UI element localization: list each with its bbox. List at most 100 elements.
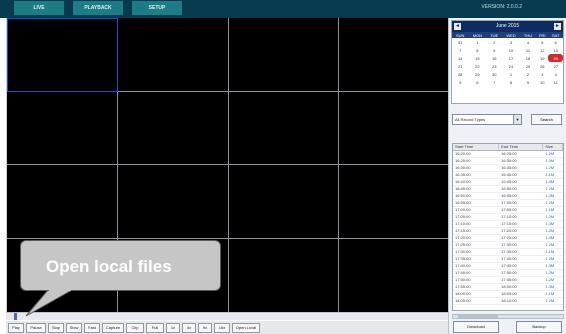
- calendar-day[interactable]: 27: [548, 62, 563, 70]
- table-row[interactable]: 16:45:00 16:50:00 1.2M: [453, 186, 563, 193]
- recording-file-list[interactable]: Start Time End Time Size 16:20:00 16:25:0…: [452, 143, 564, 311]
- calendar-day[interactable]: 8: [468, 46, 486, 54]
- table-row[interactable]: 17:45:00 17:50:00 1.2M: [453, 270, 563, 277]
- calendar-month-label: June 2015: [495, 23, 520, 29]
- play-button[interactable]: Play: [8, 323, 24, 333]
- calendar-day[interactable]: 11: [520, 46, 536, 54]
- tab-live[interactable]: LIVE: [14, 1, 64, 15]
- pause-button[interactable]: Pause: [26, 323, 46, 333]
- table-row[interactable]: 17:15:00 17:20:00 1.2M: [453, 228, 563, 235]
- slow-button[interactable]: Slow: [66, 323, 82, 333]
- calendar-day[interactable]: 18: [520, 54, 536, 62]
- calendar-day[interactable]: 9: [486, 46, 501, 54]
- chevron-down-icon[interactable]: ▼: [513, 115, 521, 124]
- calendar-day[interactable]: 29: [468, 70, 486, 78]
- table-row[interactable]: 17:35:00 17:40:00 1.2M: [453, 256, 563, 263]
- table-row[interactable]: 16:30:00 16:35:00 1.2M: [453, 165, 563, 172]
- calendar-day[interactable]: 5: [536, 38, 548, 46]
- table-row[interactable]: 16:35:00 16:40:00 1.1M: [453, 172, 563, 179]
- calendar-day[interactable]: 2: [520, 70, 536, 78]
- calendar-day[interactable]: 22: [468, 62, 486, 70]
- calendar-day[interactable]: 7: [486, 78, 501, 86]
- layout-4x-button[interactable]: 4x: [182, 323, 196, 333]
- calendar-day[interactable]: 8: [502, 78, 520, 86]
- table-row[interactable]: 18:05:00 18:10:00 1.2M: [453, 298, 563, 305]
- table-row[interactable]: 16:55:00 17:00:00 1.2M: [453, 200, 563, 207]
- table-row[interactable]: 16:20:00 16:25:00 1.2M: [453, 151, 563, 158]
- layout-16x-button[interactable]: 16x: [214, 323, 230, 333]
- fullscreen-button[interactable]: Full: [146, 323, 164, 333]
- table-row[interactable]: 17:55:00 18:00:00 1.3M: [453, 284, 563, 291]
- calendar-day[interactable]: 12: [536, 46, 548, 54]
- calendar-day[interactable]: 10: [502, 46, 520, 54]
- calendar-day[interactable]: 31: [452, 38, 468, 46]
- open-local-files-button[interactable]: Open Local: [232, 323, 260, 333]
- calendar-day[interactable]: 15: [468, 54, 486, 62]
- calendar-week: 31 1 2 3 4 5 6: [452, 38, 563, 46]
- column-header-end[interactable]: End Time: [499, 144, 544, 150]
- seek-handle[interactable]: [14, 313, 17, 320]
- stop-button[interactable]: Stop: [48, 323, 64, 333]
- table-row[interactable]: 17:50:00 17:55:00 1.2M: [453, 277, 563, 284]
- search-button[interactable]: Search: [531, 114, 562, 125]
- calendar-day[interactable]: 4: [520, 38, 536, 46]
- download-button[interactable]: Download: [453, 321, 499, 333]
- table-row[interactable]: 17:10:00 17:15:00 1.3M: [453, 221, 563, 228]
- calendar-day[interactable]: 3: [502, 38, 520, 46]
- table-cell: 17:55:00: [455, 284, 471, 289]
- table-row[interactable]: 17:40:00 17:45:00 1.3M: [453, 263, 563, 270]
- column-header-size[interactable]: Size: [543, 144, 563, 150]
- column-header-start[interactable]: Start Time: [453, 144, 500, 150]
- calendar-day[interactable]: 2: [486, 38, 501, 46]
- calendar-day[interactable]: 14: [452, 54, 468, 62]
- table-row[interactable]: 17:30:00 17:35:00 1.1M: [453, 249, 563, 256]
- calendar-day[interactable]: 3: [536, 70, 548, 78]
- table-row[interactable]: 18:00:00 18:05:00 1.1M: [453, 291, 563, 298]
- playback-seek-bar[interactable]: [6, 312, 448, 320]
- calendar-day[interactable]: 13: [548, 46, 563, 54]
- table-row[interactable]: 16:40:00 16:45:00 1.4M: [453, 179, 563, 186]
- capture-button[interactable]: Capture: [102, 323, 124, 333]
- calendar-day[interactable]: 25: [520, 62, 536, 70]
- calendar-day[interactable]: 6: [468, 78, 486, 86]
- calendar-day[interactable]: 6: [548, 38, 563, 46]
- table-row[interactable]: 17:25:00 17:30:00 1.2M: [453, 242, 563, 249]
- calendar-day[interactable]: 4: [548, 70, 563, 78]
- selected-video-cell[interactable]: [7, 18, 118, 92]
- table-row[interactable]: 16:25:00 16:30:00 1.3M: [453, 158, 563, 165]
- calendar-day[interactable]: 23: [486, 62, 501, 70]
- calendar-day[interactable]: 5: [452, 78, 468, 86]
- clip-button[interactable]: Clip: [126, 323, 144, 333]
- calendar-day[interactable]: 11: [548, 78, 563, 86]
- scrollbar-thumb[interactable]: [458, 315, 498, 318]
- table-row[interactable]: 16:50:00 16:55:00 1.3M: [453, 193, 563, 200]
- calendar-week: 14 15 16 17 18 19 20: [452, 54, 563, 62]
- calendar-day[interactable]: 26: [536, 62, 548, 70]
- table-row[interactable]: 17:00:00 17:05:00 1.1M: [453, 207, 563, 214]
- tab-playback[interactable]: PLAYBACK: [73, 1, 123, 15]
- calendar-day[interactable]: 10: [536, 78, 548, 86]
- calendar-day[interactable]: 19: [536, 54, 548, 62]
- calendar-day[interactable]: 9: [520, 78, 536, 86]
- calendar-day[interactable]: 20: [548, 54, 563, 62]
- table-row[interactable]: 17:05:00 17:10:00 1.2M: [453, 214, 563, 221]
- layout-9x-button[interactable]: 9x: [198, 323, 212, 333]
- backup-button[interactable]: Backup: [516, 321, 562, 333]
- fast-button[interactable]: Fast: [84, 323, 100, 333]
- calendar-day[interactable]: 1: [468, 38, 486, 46]
- calendar-day[interactable]: 7: [452, 46, 468, 54]
- calendar-day[interactable]: 30: [486, 70, 501, 78]
- table-row[interactable]: 17:20:00 17:25:00 1.4M: [453, 235, 563, 242]
- tab-setup[interactable]: SETUP: [132, 1, 182, 15]
- next-month-button[interactable]: ►: [554, 23, 561, 30]
- file-list-scrollbar[interactable]: [452, 314, 564, 319]
- calendar-day[interactable]: 21: [452, 62, 468, 70]
- layout-1x-button[interactable]: 1x: [166, 323, 180, 333]
- record-type-select[interactable]: All Record Types ▼: [452, 114, 522, 125]
- calendar-day[interactable]: 17: [502, 54, 520, 62]
- calendar-day[interactable]: 28: [452, 70, 468, 78]
- calendar-day[interactable]: 1: [502, 70, 520, 78]
- calendar-day[interactable]: 16: [486, 54, 501, 62]
- prev-month-button[interactable]: ◄: [454, 23, 461, 30]
- calendar-day[interactable]: 24: [502, 62, 520, 70]
